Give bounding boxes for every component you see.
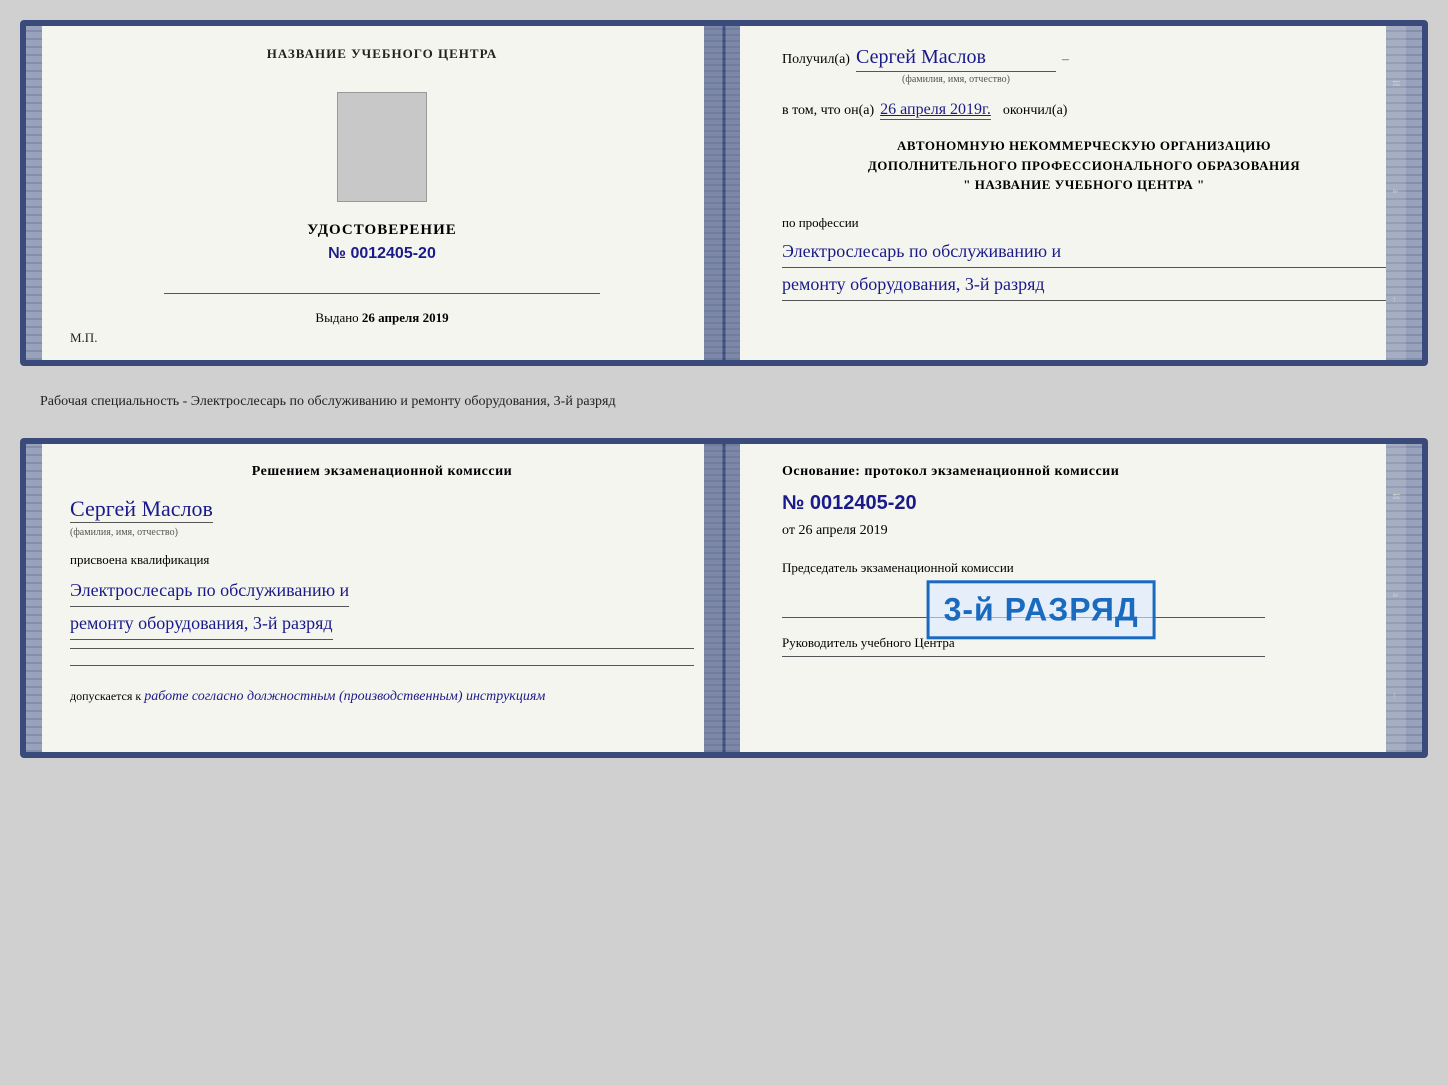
right-margin-text-2: а: [1391, 189, 1401, 195]
received-line: Получил(а) Сергей Маслов (фамилия, имя, …: [762, 46, 1386, 85]
bottom-left-spine-decor: [26, 444, 42, 752]
vtom-label: в том, что он(а): [782, 103, 874, 119]
assigned-qual-label: присвоена квалификация: [70, 552, 209, 568]
bottom-left-page: Решением экзаменационной комиссии Сергей…: [42, 444, 722, 752]
person-name: Сергей Маслов: [70, 496, 213, 523]
decision-title: Решением экзаменационной комиссии: [70, 464, 694, 480]
vtom-date: 26 апреля 2019г.: [880, 101, 991, 120]
bottom-booklet: Решением экзаменационной комиссии Сергей…: [20, 438, 1428, 758]
bottom-right-spine-strip: [704, 444, 722, 752]
left-spine-strip: [722, 26, 740, 360]
osnov-title: Основание: протокол экзаменационной коми…: [782, 464, 1386, 480]
cert-issued-line: Выдано 26 апреля 2019: [315, 310, 448, 326]
vtom-line: в том, что он(а) 26 апреля 2019г. окончи…: [762, 101, 1386, 120]
допускается-label: допускается к: [70, 689, 141, 703]
bottom-right-spine-decor: [1406, 444, 1422, 752]
dash1: –: [1062, 52, 1069, 68]
top-right-page: Получил(а) Сергей Маслов (фамилия, имя, …: [722, 26, 1406, 360]
date-value: 26 апреля 2019: [798, 523, 887, 538]
page-wrapper: НАЗВАНИЕ УЧЕБНОГО ЦЕНТРА УДОСТОВЕРЕНИЕ №…: [20, 20, 1428, 758]
bottom-right-page: Основание: протокол экзаменационной коми…: [722, 444, 1406, 752]
sig-line-1: [70, 648, 694, 649]
photo-placeholder: [337, 92, 427, 202]
right-spine-decor: [1406, 26, 1422, 360]
profession-line2: ремонту оборудования, 3-й разряд: [782, 268, 1386, 301]
recipient-name: Сергей Маслов: [856, 46, 1056, 72]
qual-line1: Электрослесарь по обслуживанию и: [70, 574, 349, 607]
right-margin-text-3: ←: [1391, 295, 1401, 306]
sig-line-2: [70, 665, 694, 666]
right-spine-strip: [704, 26, 722, 360]
right-margin-decor: И а ←: [1386, 26, 1406, 360]
qual-line2: ремонту оборудования, 3-й разряд: [70, 607, 333, 640]
bottom-right-margin-decor: И а ←: [1386, 444, 1406, 752]
protocol-number-label: №: [782, 492, 804, 514]
issued-date: 26 апреля 2019: [362, 310, 449, 325]
cert-doc-type: УДОСТОВЕРЕНИЕ: [307, 222, 457, 239]
date-label: от: [782, 523, 795, 538]
top-booklet: НАЗВАНИЕ УЧЕБНОГО ЦЕНТРА УДОСТОВЕРЕНИЕ №…: [20, 20, 1428, 366]
protocol-date: от 26 апреля 2019: [782, 523, 1386, 539]
bottom-right-margin-text-2: а: [1391, 593, 1401, 599]
cert-number-label: №: [328, 245, 346, 262]
received-label: Получил(а): [782, 52, 850, 68]
protocol-number-value: 0012405-20: [810, 492, 917, 514]
protocol-number: № 0012405-20: [782, 492, 1386, 515]
profession-label: по профессии: [782, 215, 1386, 231]
left-spine-decor: [26, 26, 42, 360]
допускается-text: работе согласно должностным (производств…: [144, 689, 545, 704]
stamp-text: 3-й РАЗРЯД: [944, 591, 1139, 628]
org-line1: АВТОНОМНУЮ НЕКОММЕРЧЕСКУЮ ОРГАНИЗАЦИЮ: [782, 136, 1386, 156]
bottom-right-margin-text-3: ←: [1391, 691, 1401, 702]
stamp: 3-й РАЗРЯД: [927, 580, 1156, 639]
cert-number-value: 0012405-20: [350, 245, 435, 262]
okoncil-label: окончил(а): [1003, 103, 1068, 119]
допускается-line: допускается к работе согласно должностны…: [70, 686, 545, 707]
issued-label: Выдано: [315, 310, 358, 325]
cert-training-center-title: НАЗВАНИЕ УЧЕБНОГО ЦЕНТРА: [257, 46, 508, 62]
org-line2: ДОПОЛНИТЕЛЬНОГО ПРОФЕССИОНАЛЬНОГО ОБРАЗО…: [782, 156, 1386, 176]
name-sublabel: (фамилия, имя, отчество): [902, 74, 1010, 85]
chairman-label: Председатель экзаменационной комиссии: [782, 559, 1386, 577]
top-left-page: НАЗВАНИЕ УЧЕБНОГО ЦЕНТРА УДОСТОВЕРЕНИЕ №…: [42, 26, 722, 360]
bottom-name-sublabel: (фамилия, имя, отчество): [70, 527, 178, 538]
org-block: АВТОНОМНУЮ НЕКОММЕРЧЕСКУЮ ОРГАНИЗАЦИЮ ДО…: [762, 136, 1386, 195]
mp-label: М.П.: [70, 330, 97, 346]
middle-label: Рабочая специальность - Электрослесарь п…: [20, 384, 1428, 420]
bottom-left-spine-strip: [722, 444, 740, 752]
rukov-sig-line: [782, 656, 1265, 657]
right-margin-text-1: И: [1391, 80, 1401, 89]
cert-number: № 0012405-20: [328, 245, 436, 263]
middle-label-text: Рабочая специальность - Электрослесарь п…: [40, 394, 616, 409]
org-name: " НАЗВАНИЕ УЧЕБНОГО ЦЕНТРА ": [782, 175, 1386, 195]
bottom-right-margin-text-1: И: [1391, 493, 1401, 502]
profession-line1: Электрослесарь по обслуживанию и: [782, 235, 1386, 268]
